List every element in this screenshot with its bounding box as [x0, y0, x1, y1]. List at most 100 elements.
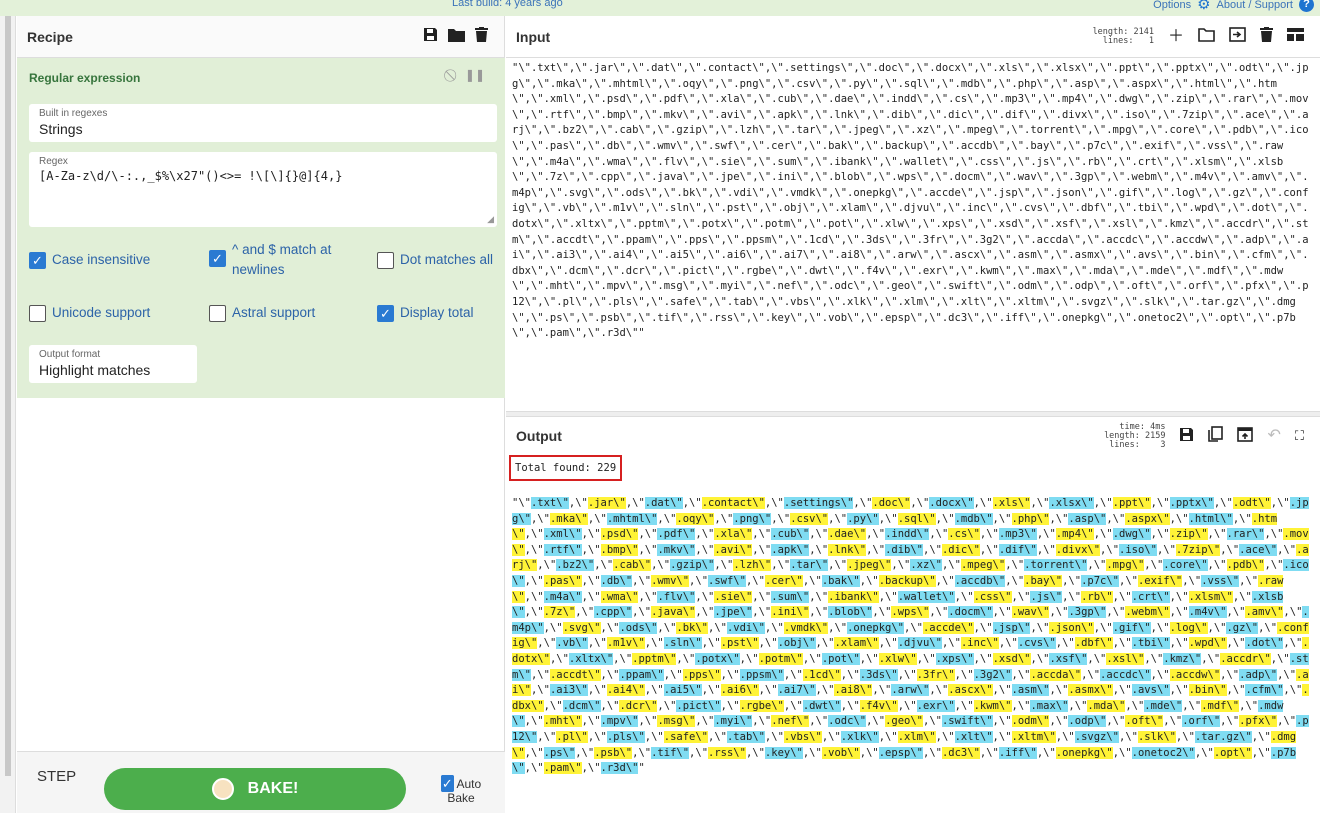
match-highlight: .cvs\" [1017, 637, 1056, 650]
match-highlight: .wps\" [891, 606, 930, 619]
match-highlight: .accda\" [1030, 668, 1082, 681]
match-highlight: .ods\" [619, 621, 658, 634]
match-highlight: .mda\" [1087, 699, 1126, 712]
match-highlight: .accdw\" [1169, 668, 1221, 681]
match-highlight: .pl\" [556, 730, 588, 743]
match-highlight: .dat\" [644, 497, 683, 509]
open-folder-icon[interactable] [1198, 27, 1215, 46]
match-highlight: .svgz\" [1074, 730, 1120, 743]
match-highlight: .xltx\" [568, 652, 614, 665]
match-highlight: .contact\" [701, 497, 765, 509]
match-highlight: .ai3\" [549, 684, 588, 697]
match-highlight: .xsl\" [1106, 652, 1145, 665]
about-link[interactable]: About / Support [1217, 0, 1293, 11]
display-total-checkbox[interactable]: ✓ Display total [377, 303, 474, 323]
match-highlight: .ace\" [1239, 543, 1278, 556]
match-highlight: .1cd\" [802, 668, 841, 681]
match-highlight: .py\" [847, 512, 879, 525]
match-highlight: .doc\" [872, 497, 911, 509]
maximise-icon[interactable]: ⛶ [1295, 428, 1304, 444]
operations-scrollbar[interactable] [0, 16, 16, 813]
multiline-label: ^ and $ match at newlines [232, 242, 332, 277]
checkbox-checked-icon[interactable]: ✓ [29, 251, 46, 269]
output-title: Output [516, 428, 562, 444]
options-link[interactable]: Options [1153, 0, 1191, 11]
checkbox-empty-icon[interactable] [377, 251, 394, 269]
match-highlight: .cab\" [613, 559, 652, 572]
match-highlight: .m4v\" [1188, 606, 1227, 619]
match-highlight: .rar\" [1226, 528, 1265, 541]
checkbox-empty-icon[interactable] [29, 304, 46, 322]
regex-input[interactable]: Regex [A-Za-z\d/\-:.,_$%\x27"()<>= !\[\]… [29, 152, 497, 227]
match-highlight: .bk\" [676, 621, 708, 634]
output-format-value: Highlight matches [39, 362, 151, 378]
builtin-regexes-select[interactable]: Built in regexes Strings [29, 104, 497, 142]
astral-support-checkbox[interactable]: Astral support [209, 303, 315, 323]
match-highlight: .php\" [1011, 512, 1050, 525]
open-file-icon[interactable] [1229, 27, 1246, 46]
match-highlight: .asmx\" [1068, 684, 1113, 697]
match-highlight: .png\" [733, 512, 772, 525]
save-icon[interactable] [423, 27, 438, 46]
resize-handle-icon[interactable]: ◢ [487, 214, 494, 225]
match-highlight: .xsf\" [1049, 652, 1088, 665]
match-highlight: .dic\" [941, 543, 980, 556]
controls-bar: STEP BAKE! ✓ Auto Bake [17, 751, 505, 813]
match-highlight: .psb\" [594, 746, 633, 759]
regex-operation: Regular expression ⃠ ❚❚ Built in regexes… [17, 58, 505, 398]
match-highlight: .bin\" [1188, 684, 1227, 697]
recipe-panel: Recipe Regular expression ⃠ ❚❚ Built in … [17, 16, 505, 813]
scrollbar-thumb[interactable] [5, 16, 11, 776]
input-panel: Input length: 2141 lines: 1 ＋ "\".txt\",… [506, 16, 1320, 411]
checkbox-checked-icon[interactable]: ✓ [377, 304, 394, 322]
output-format-select[interactable]: Output format Highlight matches [29, 345, 197, 383]
output-text[interactable]: "\".txt\",\".jar\",\".dat\",\".contact\"… [506, 493, 1320, 780]
match-highlight: .swift\" [941, 715, 993, 728]
match-highlight: .sie\" [714, 590, 753, 603]
help-icon[interactable]: ? [1299, 0, 1314, 12]
gear-icon[interactable]: ⚙ [1197, 0, 1210, 12]
match-highlight: .m1v\" [606, 637, 645, 650]
layout-icon[interactable] [1287, 28, 1304, 45]
add-tab-icon[interactable]: ＋ [1168, 28, 1184, 45]
input-text[interactable]: "\".txt\",\".jar\",\".dat\",\".contact\"… [506, 58, 1320, 345]
match-highlight: .pptx\" [1169, 497, 1214, 509]
match-highlight: .cs\" [948, 528, 980, 541]
checkbox-checked-icon[interactable]: ✓ [440, 775, 454, 792]
folder-icon[interactable] [448, 28, 465, 46]
save-output-icon[interactable] [1179, 427, 1194, 446]
step-button[interactable]: STEP [37, 768, 76, 785]
multiline-checkbox[interactable]: ✓ ^ and $ match at newlines [209, 240, 349, 280]
recipe-header: Recipe [17, 16, 504, 58]
match-highlight: .xlw\" [878, 652, 917, 665]
match-highlight: .bak\" [821, 574, 860, 587]
undo-icon[interactable]: ↶ [1267, 428, 1280, 444]
match-highlight: .arw\" [891, 684, 930, 697]
match-highlight: .xlk\" [840, 730, 879, 743]
match-highlight: .asm\" [1011, 684, 1050, 697]
match-highlight: .vob\" [821, 746, 860, 759]
match-highlight: .pptm\" [632, 652, 677, 665]
unicode-support-checkbox[interactable]: Unicode support [29, 303, 150, 323]
dot-matches-all-checkbox[interactable]: Dot matches all [377, 250, 493, 270]
checkbox-empty-icon[interactable] [209, 304, 226, 322]
match-highlight: .epsp\" [878, 746, 923, 759]
pause-icon[interactable]: ❚❚ [465, 68, 485, 83]
match-highlight: .msg\" [657, 715, 696, 728]
match-highlight: .settings\" [783, 497, 854, 509]
regex-value: [A-Za-z\d/\-:.,_$%\x27"()<>= !\[\]{}@]{4… [39, 169, 343, 183]
auto-bake-checkbox[interactable]: ✓ Auto Bake [431, 775, 491, 805]
match-highlight: .exif\" [1137, 574, 1183, 587]
match-highlight: .lzh\" [733, 559, 772, 572]
copy-icon[interactable] [1208, 426, 1224, 446]
checkbox-checked-icon[interactable]: ✓ [209, 250, 226, 267]
replace-input-icon[interactable] [1237, 426, 1254, 446]
bake-button[interactable]: BAKE! [104, 768, 406, 810]
match-highlight: .dwt\" [802, 699, 841, 712]
match-highlight: .ascx\" [948, 684, 993, 697]
clear-input-icon[interactable] [1260, 27, 1273, 46]
match-highlight: .cfm\" [1245, 684, 1284, 697]
trash-icon[interactable] [475, 27, 488, 46]
match-highlight: .vmdk\" [783, 621, 829, 634]
case-insensitive-checkbox[interactable]: ✓ Case insensitive [29, 250, 150, 270]
